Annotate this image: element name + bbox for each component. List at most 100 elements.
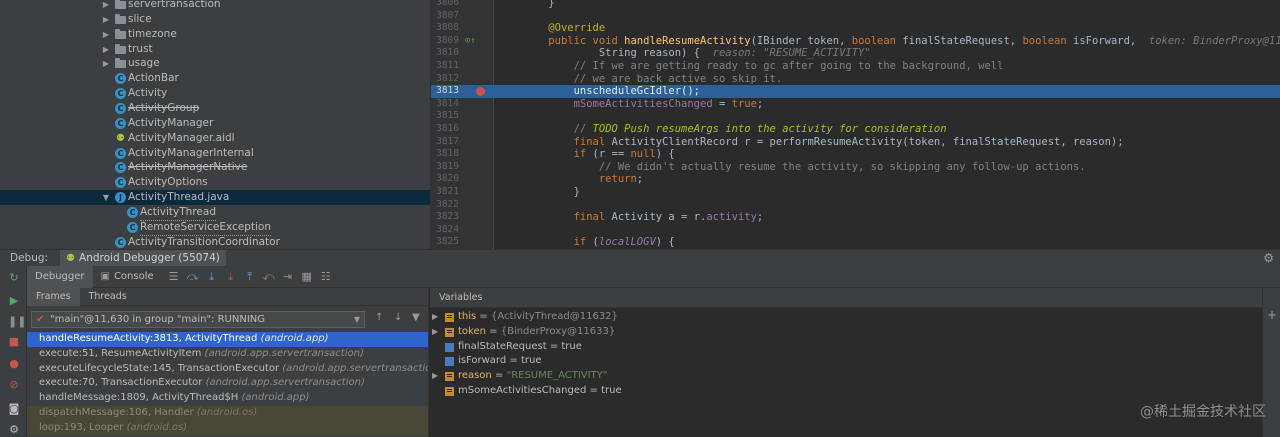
- tree-item[interactable]: ActivityManagerNative: [0, 160, 430, 175]
- code-line[interactable]: 3821 }: [431, 186, 1280, 199]
- line-number[interactable]: 3821: [431, 186, 459, 199]
- layout-icon[interactable]: ☷: [319, 270, 333, 284]
- tree-item[interactable]: ActivityManagerInternal: [0, 146, 430, 161]
- variable-row[interactable]: finalStateRequest = true: [430, 340, 1262, 355]
- code-line[interactable]: 3818 if (r == null) {: [431, 148, 1280, 161]
- filter-icon[interactable]: ▼: [412, 312, 420, 323]
- tab-console[interactable]: ▣ Console: [93, 266, 162, 288]
- line-number[interactable]: 3822: [431, 199, 459, 212]
- show-execution-point-icon[interactable]: ☰: [167, 270, 181, 284]
- line-number[interactable]: 3812: [431, 73, 459, 86]
- line-number[interactable]: 3824: [431, 224, 459, 237]
- tree-item[interactable]: ActivityThread: [0, 205, 430, 221]
- stack-frame[interactable]: loop:193, Looper (android.os): [27, 420, 428, 436]
- tree-item[interactable]: ActivityGroup: [0, 101, 430, 116]
- line-number[interactable]: 3811: [431, 60, 459, 73]
- line-number[interactable]: 3817: [431, 136, 459, 149]
- variable-row[interactable]: ▶ reason = "RESUME_ACTIVITY": [430, 369, 1262, 384]
- code-line[interactable]: 3816 // TODO Push resumeArgs into the ac…: [431, 123, 1280, 136]
- chevron-down-icon[interactable]: ▼: [101, 190, 111, 205]
- line-number[interactable]: 3820: [431, 173, 459, 186]
- variable-row[interactable]: ▶ this = {ActivityThread@11632}: [430, 310, 1262, 325]
- code-line[interactable]: 3824: [431, 224, 1280, 237]
- variable-row[interactable]: mSomeActivitiesChanged = true: [430, 384, 1262, 399]
- resume-icon[interactable]: ▶: [8, 295, 20, 307]
- tab-threads[interactable]: Threads: [80, 288, 136, 306]
- settings-icon[interactable]: ⚙: [8, 424, 20, 436]
- tree-item[interactable]: ▶ slice: [0, 12, 430, 27]
- variables-list[interactable]: ▶ this = {ActivityThread@11632} ▶ token = {…: [430, 310, 1262, 399]
- code-line[interactable]: 3807: [431, 10, 1280, 23]
- line-number[interactable]: 3814: [431, 98, 459, 111]
- code-line[interactable]: 3817 final ActivityClientRecord r = perf…: [431, 136, 1280, 149]
- code-line[interactable]: 3812 // we are back active so skip it.: [431, 73, 1280, 86]
- tree-item[interactable]: ActionBar: [0, 71, 430, 86]
- drop-frame-icon[interactable]: ⤺: [262, 270, 276, 284]
- line-number[interactable]: 3807: [431, 10, 459, 23]
- step-out-icon[interactable]: ⤒: [243, 270, 257, 284]
- stack-frame[interactable]: handleMessage:1809, ActivityThread$H (an…: [27, 391, 428, 406]
- view-breakpoints-icon[interactable]: ●: [8, 358, 20, 370]
- line-number[interactable]: 3806: [431, 0, 459, 10]
- line-number[interactable]: 3815: [431, 110, 459, 123]
- tab-frames[interactable]: Frames: [27, 287, 80, 306]
- chevron-right-icon[interactable]: ▶: [101, 0, 111, 12]
- code-line[interactable]: 3822: [431, 199, 1280, 212]
- tree-item[interactable]: ▶ servertransaction: [0, 0, 430, 12]
- variable-row[interactable]: ▶ token = {BinderProxy@11633}: [430, 325, 1262, 340]
- tree-item[interactable]: ⚉ ActivityManager.aidl: [0, 131, 430, 146]
- camera-icon[interactable]: ◙: [8, 403, 20, 415]
- breakpoint-icon[interactable]: [476, 87, 485, 97]
- code-line[interactable]: 3825 if (localLOGV) {: [431, 236, 1280, 249]
- step-into-icon[interactable]: ⤓: [205, 270, 219, 284]
- chevron-right-icon[interactable]: ▶: [432, 310, 438, 325]
- project-tree[interactable]: ▶ servertransaction ▶ slice ▶ timezone ▶ trust ▶…: [0, 0, 431, 249]
- force-step-into-icon[interactable]: ⤓: [224, 270, 238, 284]
- arrow-down-icon[interactable]: ↓: [394, 312, 402, 323]
- tab-debugger[interactable]: Debugger: [27, 265, 93, 288]
- line-number[interactable]: 3816: [431, 123, 459, 136]
- line-number[interactable]: 3823: [431, 211, 459, 224]
- tree-item[interactable]: RemoteServiceException: [0, 220, 430, 236]
- thread-select[interactable]: ✔ "main"@11,630 in group "main": RUNNING…: [31, 311, 365, 328]
- code-line[interactable]: 3806 }: [431, 0, 1280, 10]
- step-over-icon[interactable]: ⤼: [186, 270, 200, 284]
- code-line[interactable]: 3820 return;: [431, 173, 1280, 186]
- code-line[interactable]: 3809 ⊙↑ public void handleResumeActivity(…: [431, 35, 1280, 48]
- code-line[interactable]: 3815: [431, 110, 1280, 123]
- tree-item[interactable]: ActivityTransitionCoordinator: [0, 235, 430, 249]
- frames-list[interactable]: handleResumeActivity:3813, ActivityThrea…: [27, 332, 428, 437]
- variable-row[interactable]: isForward = true: [430, 354, 1262, 369]
- code-line[interactable]: 3814 mSomeActivitiesChanged = true;: [431, 98, 1280, 111]
- stack-frame[interactable]: execute:70, TransactionExecutor (android…: [27, 376, 428, 391]
- stack-frame[interactable]: handleResumeActivity:3813, ActivityThrea…: [27, 332, 428, 347]
- code-editor[interactable]: 3806 } 3807 3808 @Override 3809 ⊙↑ public vo…: [431, 0, 1280, 249]
- override-marker-icon[interactable]: ⊙↑: [465, 35, 476, 48]
- code-line[interactable]: 3810 String reason) { reason: "RESUME_AC…: [431, 47, 1280, 60]
- tree-item[interactable]: ▶ trust: [0, 42, 430, 57]
- evaluate-expression-icon[interactable]: ▦: [300, 270, 314, 284]
- line-number[interactable]: 3808: [431, 22, 459, 35]
- tree-item[interactable]: ActivityManager: [0, 116, 430, 131]
- chevron-right-icon[interactable]: ▶: [101, 56, 111, 71]
- debug-session-tab[interactable]: ⚉ Android Debugger (55074): [60, 249, 226, 267]
- stop-icon[interactable]: ■: [8, 336, 20, 348]
- chevron-right-icon[interactable]: ▶: [432, 369, 438, 384]
- chevron-right-icon[interactable]: ▶: [101, 12, 111, 27]
- tree-item[interactable]: Activity: [0, 86, 430, 101]
- line-number[interactable]: 3825: [431, 236, 459, 249]
- stack-frame[interactable]: execute:51, ResumeActivityItem (android.…: [27, 347, 428, 362]
- tree-item[interactable]: ▼ ActivityThread.java: [0, 190, 430, 206]
- rerun-icon[interactable]: ↻: [8, 272, 20, 284]
- code-line[interactable]: 3811 // If we are getting ready to gc af…: [431, 60, 1280, 73]
- code-line[interactable]: 3808 @Override: [431, 22, 1280, 35]
- plus-icon[interactable]: +: [1267, 308, 1277, 322]
- code-line[interactable]: 3823 final Activity a = r.activity;: [431, 211, 1280, 224]
- chevron-right-icon[interactable]: ▶: [101, 27, 111, 42]
- line-number[interactable]: 3813: [431, 85, 459, 98]
- code-line[interactable]: 3819 // We didn't actually resume the ac…: [431, 161, 1280, 174]
- chevron-right-icon[interactable]: ▶: [101, 42, 111, 57]
- mute-breakpoints-icon[interactable]: ⊘: [8, 379, 20, 391]
- line-number[interactable]: 3818: [431, 148, 459, 161]
- current-execution-line[interactable]: 3813 unscheduleGcIdler();: [431, 85, 1280, 98]
